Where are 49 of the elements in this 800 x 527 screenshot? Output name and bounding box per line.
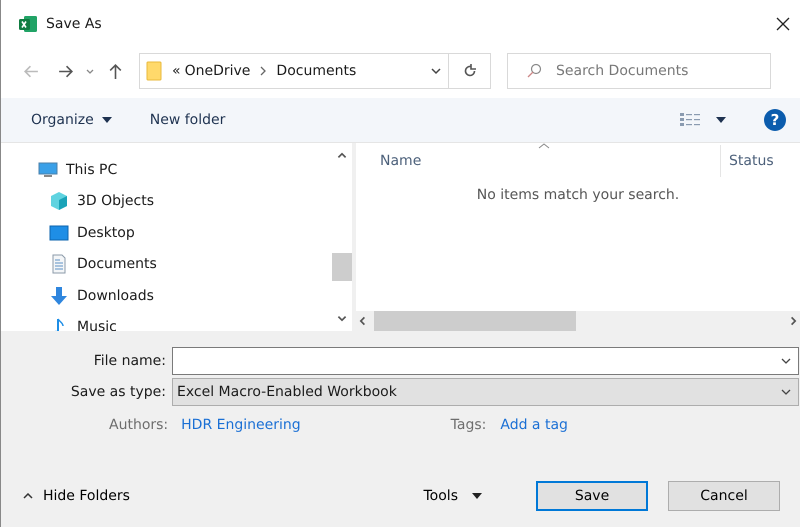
view-caret-icon[interactable] [716,117,726,123]
breadcrumb[interactable]: Documents [276,63,356,79]
computer-icon [38,160,58,180]
scrollbar-thumb[interactable] [374,311,576,331]
breadcrumb[interactable]: OneDrive [184,63,250,79]
caret-icon [102,117,112,123]
tags-label: Tags: [450,417,486,433]
forward-arrow-icon[interactable] [57,62,74,80]
organize-button[interactable]: Organize [31,112,112,128]
save-as-type-dropdown[interactable]: Excel Macro-Enabled Workbook [172,378,799,406]
add-tag-link[interactable]: Add a tag [500,417,568,433]
chevron-icon [260,66,266,76]
sidebar-item[interactable]: Documents [38,248,332,280]
sidebar-item[interactable]: Downloads [38,280,332,312]
up-arrow-icon[interactable] [107,62,124,80]
file-name-field[interactable] [172,346,799,374]
column-header[interactable]: Status [720,145,774,177]
excel-icon [18,14,38,34]
help-button[interactable]: ? [764,109,786,131]
cancel-button[interactable]: Cancel [668,481,780,511]
sidebar-item[interactable]: This PC [38,154,332,186]
close-icon[interactable] [776,17,790,31]
caret-up-icon [23,493,33,499]
sidebar-item[interactable]: Desktop [38,217,332,248]
overflow-marker[interactable]: « [172,63,181,79]
save-button[interactable]: Save [536,481,648,511]
column-header[interactable]: Name [356,153,720,169]
field-label: Save as type: [70,384,166,400]
tools-button[interactable]: Tools [418,487,488,505]
folder-icon [146,61,162,81]
address-bar[interactable]: « OneDrive Documents [139,53,449,89]
search-field[interactable]: Search Documents [507,53,771,89]
authors-link[interactable]: HDR Engineering [181,417,301,433]
field-label: File name: [92,352,166,368]
authors-label: Authors: [109,417,168,433]
view-options-icon[interactable] [680,113,702,127]
caret-icon [472,493,482,499]
sidebar-item[interactable]: 3D Objects [38,186,332,217]
scrollbar-thumb[interactable] [332,253,352,281]
search-icon [526,63,542,79]
down-arrow-icon [49,286,69,306]
hide-folders-button[interactable]: Hide Folders [23,488,130,504]
desktop-icon [49,222,69,243]
window-title: Save As [46,16,103,32]
empty-message: No items match your search. [476,187,680,205]
new-folder-button[interactable]: New folder [150,112,226,128]
refresh-button[interactable] [449,53,491,89]
cube-icon [49,191,69,212]
refresh-icon [462,63,478,79]
